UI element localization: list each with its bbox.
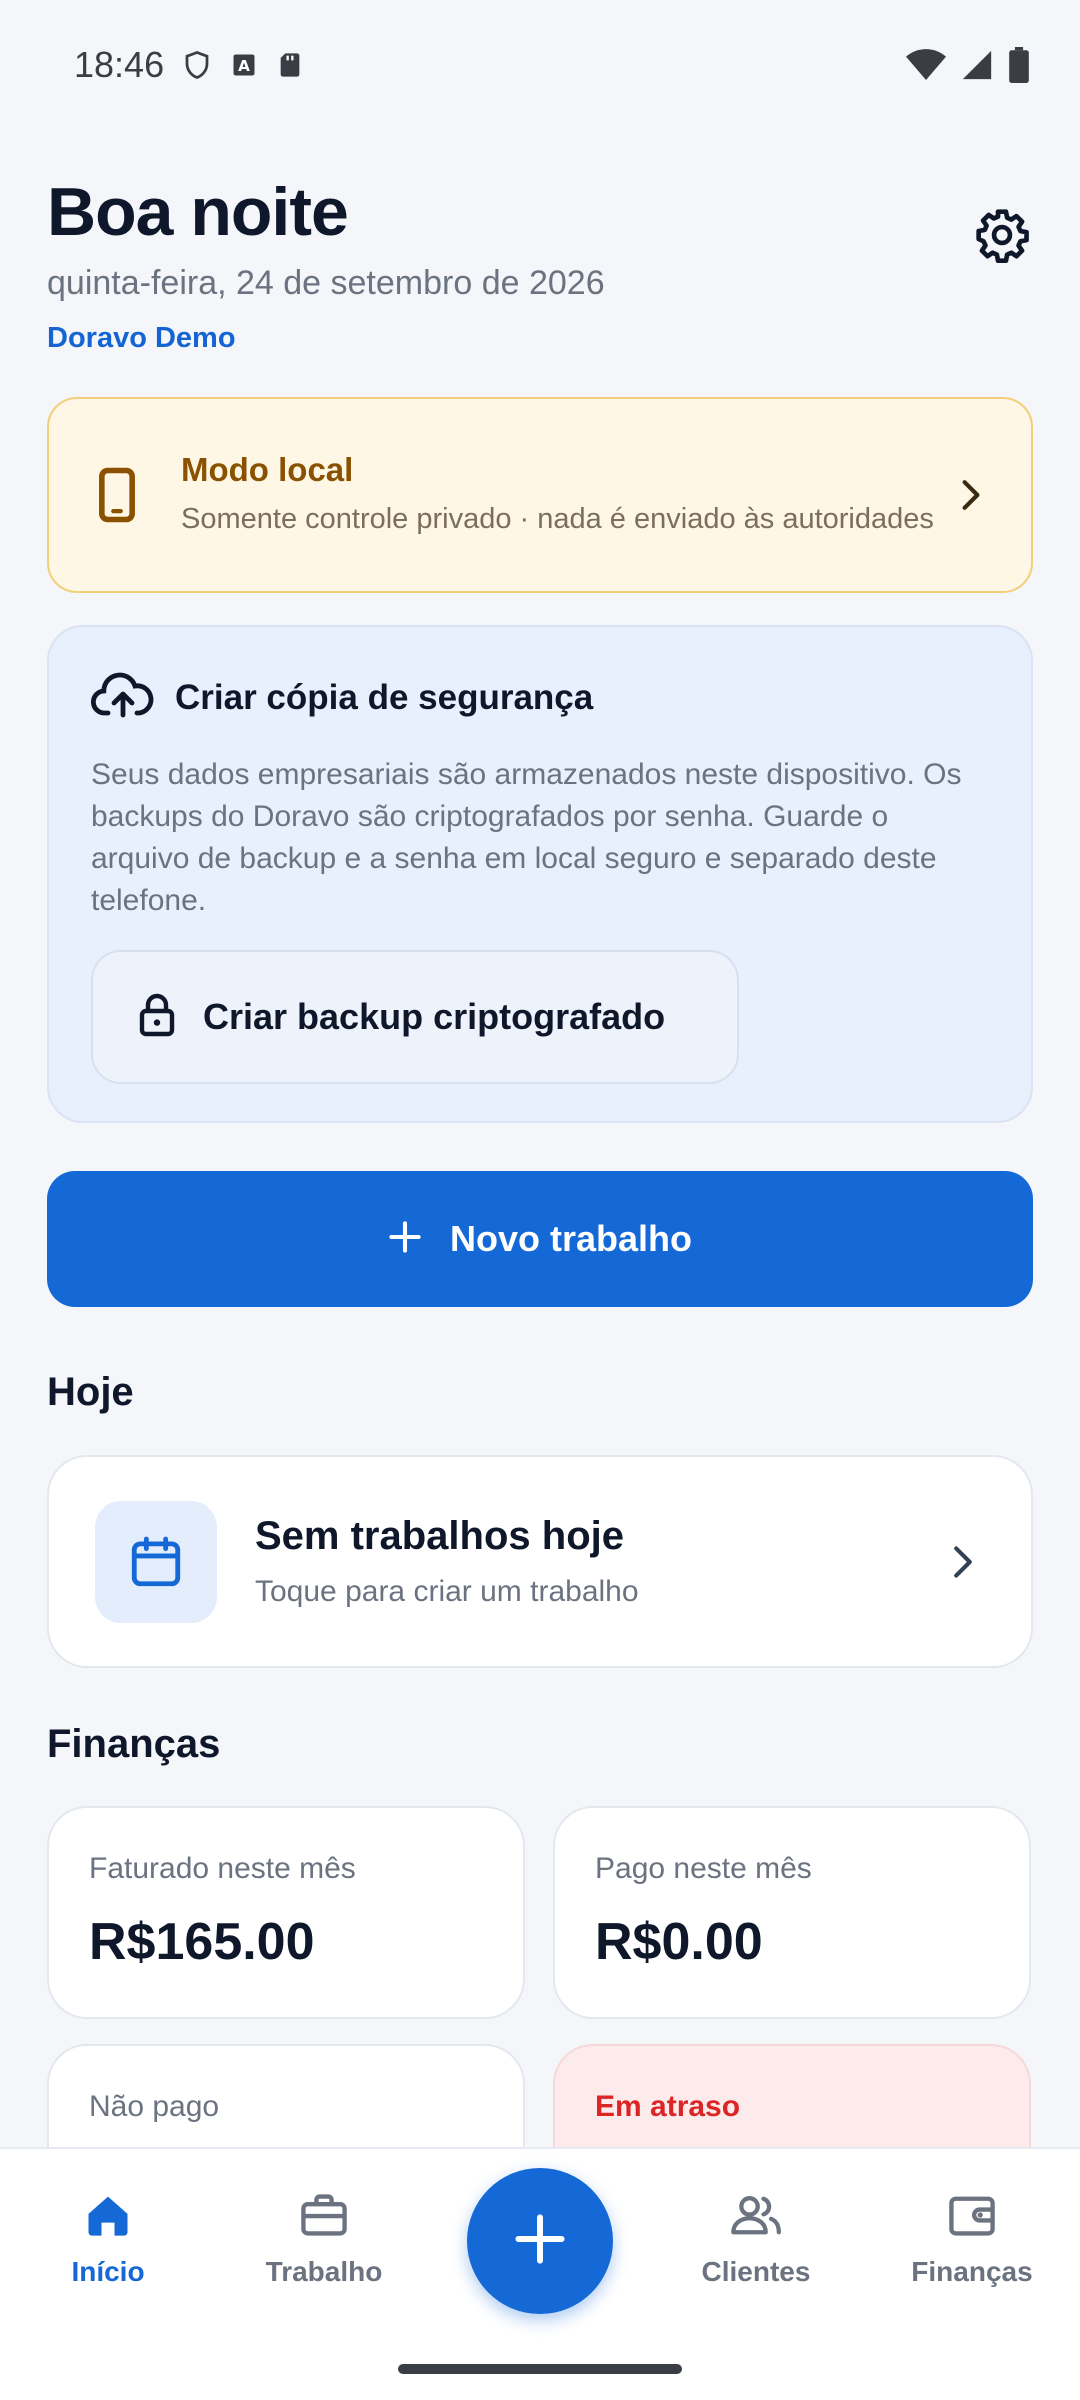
backup-title: Criar cópia de segurança: [175, 677, 594, 717]
paid-this-month-card[interactable]: Pago neste mês R$0.00: [553, 1806, 1031, 2019]
wallet-icon: [946, 2189, 998, 2246]
a-notification-icon: A: [230, 50, 258, 80]
backup-card: Criar cópia de segurança Seus dados empr…: [47, 625, 1033, 1123]
nav-item-work[interactable]: Trabalho: [224, 2189, 424, 2288]
plus-icon: [388, 1220, 422, 1259]
nav-item-finances[interactable]: Finanças: [872, 2189, 1072, 2288]
backup-description: Seus dados empresariais são armazenados …: [91, 758, 962, 917]
cloud-upload-icon: [91, 671, 155, 724]
svg-text:A: A: [238, 57, 250, 75]
fin-card-value: R$0.00: [595, 1913, 763, 1971]
no-jobs-title: Sem trabalhos hoje: [255, 1514, 624, 1558]
fin-card-value: R$165.00: [89, 1913, 315, 1971]
new-job-label: Novo trabalho: [449, 1218, 692, 1259]
chevron-right-icon: [943, 1545, 983, 1579]
settings-button[interactable]: [971, 206, 1033, 268]
home-icon: [82, 2189, 134, 2246]
local-mode-subtitle: Somente controle privado · nada é enviad…: [181, 502, 934, 535]
create-backup-label: Criar backup criptografado: [203, 996, 666, 1037]
date-label: quinta-feira, 24 de setembro de 2026: [47, 264, 605, 302]
phone-icon: [89, 467, 145, 523]
header: Boa noite quinta-feira, 24 de setembro d…: [47, 170, 1033, 355]
finances-section-title: Finanças: [47, 1722, 221, 1766]
fin-card-label: Faturado neste mês: [89, 1852, 356, 1885]
chevron-right-icon: [951, 479, 991, 511]
new-job-button[interactable]: Novo trabalho: [47, 1171, 1033, 1307]
shield-icon: [182, 48, 212, 82]
nav-item-clients[interactable]: Clientes: [656, 2189, 856, 2288]
company-name[interactable]: Doravo Demo: [47, 322, 1033, 355]
battery-icon: [1008, 47, 1030, 83]
home-indicator[interactable]: [398, 2364, 682, 2374]
today-section-title: Hoje: [47, 1370, 134, 1414]
sd-card-icon: [276, 49, 304, 81]
no-jobs-subtitle: Toque para criar um trabalho: [255, 1575, 639, 1608]
status-time: 18:46: [74, 44, 165, 85]
invoiced-this-month-card[interactable]: Faturado neste mês R$165.00: [47, 1806, 525, 2019]
nav-label: Finanças: [911, 2256, 1033, 2287]
local-mode-title: Modo local: [181, 450, 354, 488]
gear-icon: [974, 207, 1030, 268]
local-mode-card[interactable]: Modo local Somente controle privado · na…: [47, 397, 1033, 593]
nav-label: Clientes: [701, 2256, 811, 2287]
lock-icon: [139, 993, 175, 1042]
calendar-icon: [95, 1500, 217, 1623]
plus-icon: [513, 2212, 567, 2271]
create-encrypted-backup-button[interactable]: Criar backup criptografado: [91, 950, 739, 1084]
wifi-icon: [906, 48, 946, 82]
people-icon: [728, 2189, 784, 2246]
add-fab-button[interactable]: [467, 2168, 613, 2314]
signal-icon: [960, 48, 994, 82]
briefcase-icon: [298, 2189, 350, 2246]
nav-label: Início: [71, 2256, 145, 2287]
fin-card-label: Não pago: [89, 2090, 220, 2123]
status-bar: 18:46 A: [0, 0, 1080, 130]
greeting-title: Boa noite: [47, 174, 349, 250]
fin-card-label: Pago neste mês: [595, 1852, 812, 1885]
fin-card-label: Em atraso: [595, 2090, 741, 2123]
no-jobs-today-card[interactable]: Sem trabalhos hoje Toque para criar um t…: [47, 1455, 1033, 1668]
nav-item-home[interactable]: Início: [8, 2189, 208, 2288]
nav-label: Trabalho: [265, 2256, 383, 2287]
